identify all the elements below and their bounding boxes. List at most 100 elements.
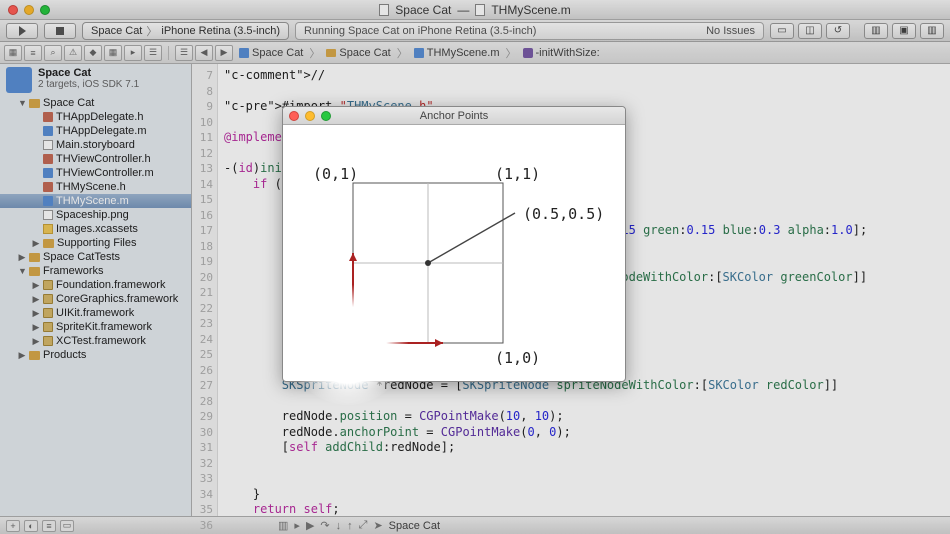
nav-project-icon[interactable]: ▦ bbox=[4, 45, 22, 61]
tree-row[interactable]: THAppDelegate.h bbox=[0, 110, 191, 124]
tree-row[interactable]: ▼Frameworks bbox=[0, 264, 191, 278]
code-line[interactable]: [self addChild:redNode]; bbox=[224, 440, 944, 456]
anchor-points-window[interactable]: Anchor Points (0,1) (1,1) (0,0) (1,0) bbox=[282, 106, 626, 382]
code-line[interactable]: return self; bbox=[224, 502, 944, 516]
line-number[interactable]: 28 bbox=[192, 394, 217, 410]
tree-row[interactable]: ▶Space CatTests bbox=[0, 250, 191, 264]
tree-row[interactable]: ▶Products bbox=[0, 348, 191, 362]
code-line[interactable]: "c-comment">// bbox=[224, 68, 944, 84]
code-line[interactable] bbox=[224, 471, 944, 487]
toggle-navigator-button[interactable]: ▥ bbox=[864, 23, 888, 39]
editor-version-button[interactable]: ↺ bbox=[826, 23, 850, 39]
line-number[interactable]: 7 bbox=[192, 68, 217, 84]
disclosure-triangle-icon[interactable]: ▶ bbox=[32, 238, 40, 249]
tree-row[interactable]: ▶UIKit.framework bbox=[0, 306, 191, 320]
breakpoints-icon[interactable]: ▸ bbox=[294, 519, 300, 532]
toggle-utilities-button[interactable]: ▥ bbox=[920, 23, 944, 39]
line-number[interactable]: 20 bbox=[192, 270, 217, 286]
nav-symbol-icon[interactable]: ≡ bbox=[24, 45, 42, 61]
disclosure-triangle-icon[interactable]: ▶ bbox=[32, 308, 40, 319]
line-number[interactable]: 8 bbox=[192, 84, 217, 100]
nav-test-icon[interactable]: ◆ bbox=[84, 45, 102, 61]
line-number[interactable]: 18 bbox=[192, 239, 217, 255]
jump-group[interactable]: Space Cat bbox=[322, 47, 394, 59]
line-number[interactable]: 31 bbox=[192, 440, 217, 456]
code-line[interactable]: } bbox=[224, 487, 944, 503]
line-number[interactable]: 13 bbox=[192, 161, 217, 177]
line-number[interactable]: 14 bbox=[192, 177, 217, 193]
debug-toggle-icon[interactable]: ▥ bbox=[278, 519, 288, 532]
project-navigator[interactable]: Space Cat 2 targets, iOS SDK 7.1 ▼Space … bbox=[0, 64, 192, 516]
anchor-window-titlebar[interactable]: Anchor Points bbox=[283, 107, 625, 125]
line-number[interactable]: 22 bbox=[192, 301, 217, 317]
line-number[interactable]: 23 bbox=[192, 316, 217, 332]
tree-row[interactable]: THViewController.m bbox=[0, 166, 191, 180]
nav-breakpoint-icon[interactable]: ▸ bbox=[124, 45, 142, 61]
editor-standard-button[interactable]: ▭ bbox=[770, 23, 794, 39]
line-number[interactable]: 17 bbox=[192, 223, 217, 239]
stop-button[interactable] bbox=[44, 23, 76, 39]
jump-project[interactable]: Space Cat bbox=[235, 47, 307, 59]
line-number[interactable]: 16 bbox=[192, 208, 217, 224]
file-tree[interactable]: ▼Space CatTHAppDelegate.hTHAppDelegate.m… bbox=[0, 96, 191, 366]
filter-recent-icon[interactable]: ◐ bbox=[24, 520, 38, 532]
step-over-icon[interactable]: ↷ bbox=[320, 519, 329, 532]
tree-row[interactable]: THMyScene.m bbox=[0, 194, 191, 208]
nav-search-icon[interactable]: ⌕ bbox=[44, 45, 62, 61]
disclosure-triangle-icon[interactable]: ▼ bbox=[18, 98, 26, 108]
tree-row[interactable]: ▶CoreGraphics.framework bbox=[0, 292, 191, 306]
line-number[interactable]: 34 bbox=[192, 487, 217, 503]
tree-row[interactable]: ▶SpriteKit.framework bbox=[0, 320, 191, 334]
disclosure-triangle-icon[interactable]: ▶ bbox=[18, 252, 26, 263]
line-number[interactable]: 26 bbox=[192, 363, 217, 379]
tree-row[interactable]: Main.storyboard bbox=[0, 138, 191, 152]
tree-row[interactable]: Spaceship.png bbox=[0, 208, 191, 222]
disclosure-triangle-icon[interactable]: ▶ bbox=[32, 294, 40, 305]
tree-row[interactable]: ▶XCTest.framework bbox=[0, 334, 191, 348]
back-button[interactable]: ◀ bbox=[195, 45, 213, 61]
jump-method[interactable]: -initWithSize: bbox=[519, 47, 604, 59]
tree-row[interactable]: Images.xcassets bbox=[0, 222, 191, 236]
line-number[interactable]: 35 bbox=[192, 502, 217, 518]
step-in-icon[interactable]: ↓ bbox=[336, 520, 342, 532]
code-line[interactable] bbox=[224, 394, 944, 410]
debug-process[interactable]: Space Cat bbox=[389, 520, 440, 532]
line-number[interactable]: 12 bbox=[192, 146, 217, 162]
disclosure-triangle-icon[interactable]: ▶ bbox=[32, 322, 40, 333]
line-number[interactable]: 15 bbox=[192, 192, 217, 208]
filter-unsaved-icon[interactable]: ▭ bbox=[60, 520, 74, 532]
line-number[interactable]: 9 bbox=[192, 99, 217, 115]
add-button[interactable]: + bbox=[6, 520, 20, 532]
continue-icon[interactable]: ▶ bbox=[306, 519, 314, 532]
line-number[interactable]: 21 bbox=[192, 285, 217, 301]
scheme-selector[interactable]: Space Cat 〉 iPhone Retina (3.5-inch) bbox=[82, 22, 289, 40]
nav-issue-icon[interactable]: ⚠ bbox=[64, 45, 82, 61]
code-line[interactable]: redNode.position = CGPointMake(10, 10); bbox=[224, 409, 944, 425]
line-number[interactable]: 24 bbox=[192, 332, 217, 348]
disclosure-triangle-icon[interactable]: ▶ bbox=[32, 336, 40, 347]
code-line[interactable]: redNode.anchorPoint = CGPointMake(0, 0); bbox=[224, 425, 944, 441]
step-out-icon[interactable]: ↑ bbox=[347, 520, 353, 532]
line-number[interactable]: 32 bbox=[192, 456, 217, 472]
tree-row[interactable]: ▶Foundation.framework bbox=[0, 278, 191, 292]
line-number[interactable]: 30 bbox=[192, 425, 217, 441]
line-number-gutter[interactable]: 7891011121314151617181920212223242526272… bbox=[192, 64, 218, 516]
run-button[interactable] bbox=[6, 23, 38, 39]
line-number[interactable]: 27 bbox=[192, 378, 217, 394]
location-icon[interactable]: ➤ bbox=[373, 519, 382, 532]
nav-log-icon[interactable]: ☰ bbox=[144, 45, 162, 61]
tree-row[interactable]: THAppDelegate.m bbox=[0, 124, 191, 138]
tree-row[interactable]: THMyScene.h bbox=[0, 180, 191, 194]
nav-debug-icon[interactable]: ▦ bbox=[104, 45, 122, 61]
project-header[interactable]: Space Cat 2 targets, iOS SDK 7.1 bbox=[0, 64, 191, 96]
jump-file[interactable]: THMyScene.m bbox=[410, 47, 504, 59]
code-line[interactable] bbox=[224, 456, 944, 472]
disclosure-triangle-icon[interactable]: ▶ bbox=[18, 350, 26, 361]
line-number[interactable]: 11 bbox=[192, 130, 217, 146]
disclosure-triangle-icon[interactable]: ▶ bbox=[32, 280, 40, 291]
filter-scm-icon[interactable]: ≡ bbox=[42, 520, 56, 532]
tree-row[interactable]: ▶Supporting Files bbox=[0, 236, 191, 250]
line-number[interactable]: 19 bbox=[192, 254, 217, 270]
editor-assistant-button[interactable]: ◫ bbox=[798, 23, 822, 39]
forward-button[interactable]: ▶ bbox=[215, 45, 233, 61]
